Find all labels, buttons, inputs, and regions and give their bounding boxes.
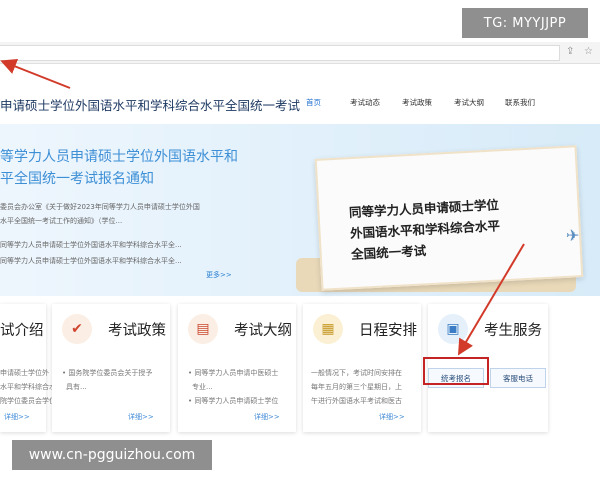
nav-exam-policy[interactable]: 考试政策 [402,97,432,108]
card-line: 午进行外国语水平考试和医古 [311,397,402,405]
watermark-bottom: www.cn-pgguizhou.com [12,440,212,470]
customer-service-phone-button[interactable]: 客服电话 [490,368,546,388]
site-title: 申请硕士学位外国语水平和学科综合水平全国统一考试 [0,98,301,113]
banner-summary-line-2: 水平全国统一考试工作的通知》（学位... [0,217,123,225]
card-line: 每年五月的第三个星期日，上 [311,383,402,391]
arrow-to-address-bar [0,58,71,89]
card-title: 日程安排 [359,323,417,339]
calendar-icon: ▦ [313,314,343,344]
banner-link-1[interactable]: 同等学力人员申请硕士学位外国语水平和学科综合水平全... [0,240,182,250]
card-exam-syllabus[interactable]: ▤ 考试大纲 • 同等学力人员申请中医硕士 专业... • 同等学力人员申请硕士… [178,304,296,432]
banner-more-link[interactable]: 更多>> [206,270,232,280]
card-line: • 国务院学位委员会关于授予 [62,369,153,377]
banner-summary-line-1: 委员会办公室《关于做好2023年同等学力人员申请硕士学位外国 [0,203,200,211]
card-more-link[interactable]: 详细>> [4,412,30,422]
site-header: 申请硕士学位外国语水平和学科综合水平全国统一考试 首页 考试动态 考试政策 考试… [0,86,600,122]
checkmark-icon: ✔ [62,314,92,344]
card-exam-intro[interactable]: 试介绍 申请硕士学位外 水平和学科综合水平全国 院学位委员会学位委 详细>> [0,304,77,432]
card-exam-policy[interactable]: ✔ 考试政策 • 国务院学位委员会关于授予 具有... 详细>> [52,304,170,432]
card-line: 专业... [192,383,213,391]
card-title: 考试大纲 [234,323,292,339]
card-line: • 同等学力人员申请中医硕士 [188,369,279,377]
banner-title-line-1[interactable]: 等学力人员申请硕士学位外国语水平和 [0,146,238,168]
card-schedule[interactable]: ▦ 日程安排 一般情况下，考试时间安排在 每年五月的第三个星期日，上 午进行外国… [303,304,421,432]
screenshot-stage: TG: MYYJJPP ⇪ ☆ 申请硕士学位外国语水平和学科综合水平全国统一考试… [0,0,600,480]
nav-contact-us[interactable]: 联系我们 [505,97,535,108]
card-title: 试介绍 [0,323,44,339]
address-bar[interactable] [0,45,560,61]
banner-title-line-2[interactable]: 平全国统一考试报名通知 [0,168,154,190]
card-more-link[interactable]: 详细>> [128,412,154,422]
document-icon: ▤ [188,314,218,344]
watermark-top: TG: MYYJJPP [462,8,588,38]
share-icon[interactable]: ⇪ [566,46,574,57]
card-title: 考生服务 [484,323,542,339]
banner-link-2[interactable]: 同等学力人员申请硕士学位外国语水平和学科综合水平全... [0,256,182,266]
notice-board-text: 同等学力人员申请硕士学位 外国语水平和学科综合水平 全国统一考试 [348,194,501,265]
highlight-box [423,357,489,385]
card-line: 具有... [66,383,87,391]
bookmark-star-icon[interactable]: ☆ [584,46,593,57]
paper-plane-icon: ✈ [566,226,580,245]
nav-exam-news[interactable]: 考试动态 [350,97,380,108]
card-more-link[interactable]: 详细>> [379,412,405,422]
id-card-icon: ▣ [438,314,468,344]
card-line: • 同等学力人员申请硕士学位 [188,397,279,405]
card-line: 一般情况下，考试时间安排在 [311,369,402,377]
card-more-link[interactable]: 详细>> [254,412,280,422]
nav-exam-syllabus[interactable]: 考试大纲 [454,97,484,108]
card-line: 申请硕士学位外 [0,369,49,377]
card-title: 考试政策 [108,323,166,339]
browser-toolbar: ⇪ ☆ [0,42,600,64]
nav-home[interactable]: 首页 [306,97,321,108]
